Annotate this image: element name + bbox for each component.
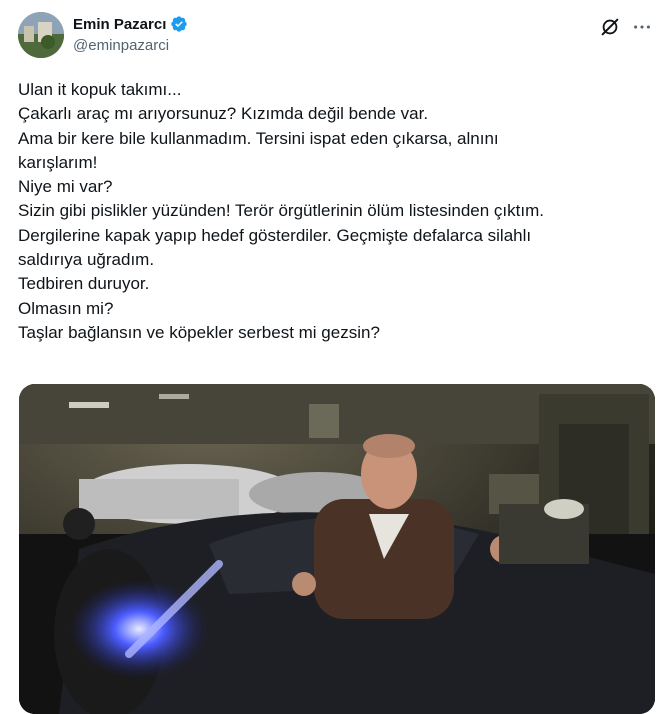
tweet-line: Ulan it kopuk takımı... xyxy=(18,80,182,99)
grok-icon[interactable] xyxy=(599,16,621,38)
more-options-icon[interactable] xyxy=(631,16,653,38)
author-handle[interactable]: @eminpazarci xyxy=(73,37,169,54)
tweet-line: Tedbiren duruyor. xyxy=(18,274,150,294)
tweet-line: Sizin gibi pislikler yüzünden! Terör örg… xyxy=(18,201,544,221)
tweet-line: Dergilerine kapak yapıp hedef gösterdile… xyxy=(18,225,532,245)
tweet-line: karışlarım! xyxy=(18,152,98,172)
video-frame xyxy=(19,384,655,714)
tweet-video[interactable] xyxy=(19,384,655,714)
tweet-line: Ama bir kere bile kullanmadım. Tersini i… xyxy=(18,128,499,148)
tweet-header: Emin Pazarcı @eminpazarci xyxy=(18,12,655,62)
tweet-text: Ulan it kopuk takımı... Çakarlı araç mı … xyxy=(18,78,648,345)
tweet-line: Çakarlı araç mı arıyorsunuz? Kızımda değ… xyxy=(18,104,429,124)
tweet-line: Olmasın mi? xyxy=(18,298,114,318)
tweet-line: saldırıya uğradım. xyxy=(18,250,155,270)
verified-badge-icon xyxy=(170,15,188,33)
author-name[interactable]: Emin Pazarcı xyxy=(73,16,166,33)
tweet-line: Taşlar bağlansın ve köpekler serbest mi … xyxy=(18,322,380,342)
tweet-line: Niye mi var? xyxy=(18,177,113,197)
author-name-row: Emin Pazarcı xyxy=(73,15,188,33)
avatar[interactable] xyxy=(18,12,64,58)
